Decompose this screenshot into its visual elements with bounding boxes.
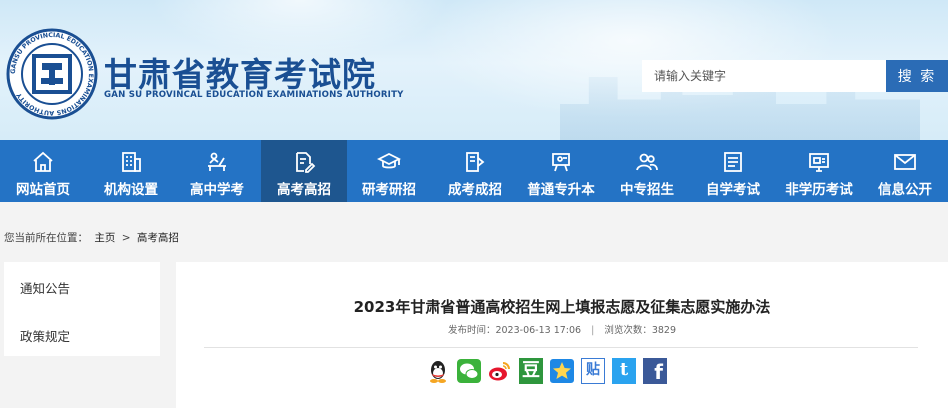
nav-item-high-school-exam[interactable]: 高中学考	[174, 140, 260, 202]
lecture-board-icon	[552, 153, 570, 172]
monitor-icon	[809, 153, 829, 172]
site-subtitle: GAN SU PROVINCAL EDUCATION EXAMINATIONS …	[104, 90, 404, 100]
twitter-icon[interactable]: t	[612, 358, 636, 384]
nav-item-non-degree[interactable]: 非学历考试	[776, 140, 862, 202]
sidebar-item-policies[interactable]: 政策规定	[20, 326, 70, 345]
nav-item-adult-exam[interactable]: 成考成招	[432, 140, 518, 202]
publish-time: 发布时间：2023-06-13 17:06	[447, 325, 582, 336]
breadcrumb-home-link[interactable]: 主页	[94, 232, 115, 244]
nav-item-label: 高中学考	[190, 182, 244, 198]
mail-icon	[894, 154, 916, 170]
view-count: 浏览次数：3829	[604, 325, 677, 336]
home-icon	[33, 151, 53, 172]
people-icon	[636, 153, 658, 171]
search-input[interactable]	[642, 60, 886, 92]
nav-item-organization[interactable]: 机构设置	[88, 140, 174, 202]
nav-item-label: 机构设置	[104, 182, 158, 198]
graduation-cap-icon	[377, 152, 401, 169]
building-icon	[122, 152, 141, 172]
nav-item-label: 非学历考试	[785, 182, 853, 198]
article-title: 2023年甘肃省普通高校招生网上填报志愿及征集志愿实施办法	[353, 298, 771, 316]
meta-separator: |	[591, 325, 595, 336]
nav-item-gaokao[interactable]: 高考高招	[261, 140, 347, 202]
tieba-icon[interactable]: 贴	[581, 358, 605, 384]
nav-item-label: 中专招生	[620, 182, 674, 198]
facebook-icon[interactable]: f	[643, 358, 667, 384]
nav-item-vocational[interactable]: 中专招生	[604, 140, 690, 202]
book-icon	[466, 152, 485, 172]
wechat-icon[interactable]	[457, 358, 481, 384]
sidebar-item-notices[interactable]: 通知公告	[20, 278, 70, 297]
qq-icon[interactable]	[426, 358, 450, 384]
douban-icon[interactable]: 豆	[519, 358, 543, 384]
site-header: GANSU PROVINCIAL EDUCATION EXAMINATIONS …	[0, 0, 948, 140]
nav-item-label: 研考研招	[362, 182, 416, 198]
breadcrumb-prefix: 您当前所在位置：	[4, 232, 88, 244]
search-button[interactable]: 搜 索	[886, 60, 948, 92]
document-pen-icon	[296, 152, 316, 173]
nav-item-home[interactable]: 网站首页	[0, 140, 86, 202]
nav-item-label: 网站首页	[16, 182, 70, 198]
weibo-icon[interactable]	[488, 358, 512, 384]
nav-item-label: 普通专升本	[527, 182, 595, 198]
logo-emblem-icon[interactable]: GANSU PROVINCIAL EDUCATION EXAMINATIONS …	[6, 28, 98, 120]
nav-item-label: 成考成招	[448, 182, 502, 198]
breadcrumb: 您当前所在位置： 主页 > 高考高招	[4, 230, 182, 245]
nav-item-self-study[interactable]: 自学考试	[690, 140, 776, 202]
nav-item-label: 高考高招	[277, 182, 331, 198]
nav-item-postgrad[interactable]: 研考研招	[346, 140, 432, 202]
article-meta: 发布时间：2023-06-13 17:06 | 浏览次数：3829	[176, 322, 948, 336]
site-title[interactable]: 甘肃省教育考试院	[104, 48, 376, 96]
article-divider	[204, 347, 918, 348]
sidebar: 通知公告 政策规定	[4, 262, 160, 356]
qzone-icon[interactable]	[550, 358, 574, 384]
article-panel: 2023年甘肃省普通高校招生网上填报志愿及征集志愿实施办法 发布时间：2023-…	[176, 262, 948, 408]
list-icon	[724, 152, 742, 172]
main-nav: 网站首页 机构设置 高中学考 高考高招 研考研招 成考成招 普通专升本 中专招生…	[0, 140, 948, 202]
nav-item-label: 自学考试	[706, 182, 760, 198]
writing-desk-icon	[208, 152, 226, 171]
nav-item-upgrade[interactable]: 普通专升本	[518, 140, 604, 202]
nav-item-label: 信息公开	[878, 182, 932, 198]
nav-item-info-disclosure[interactable]: 信息公开	[862, 140, 948, 202]
breadcrumb-separator: >	[121, 232, 131, 244]
breadcrumb-current-link[interactable]: 高考高招	[137, 232, 179, 244]
